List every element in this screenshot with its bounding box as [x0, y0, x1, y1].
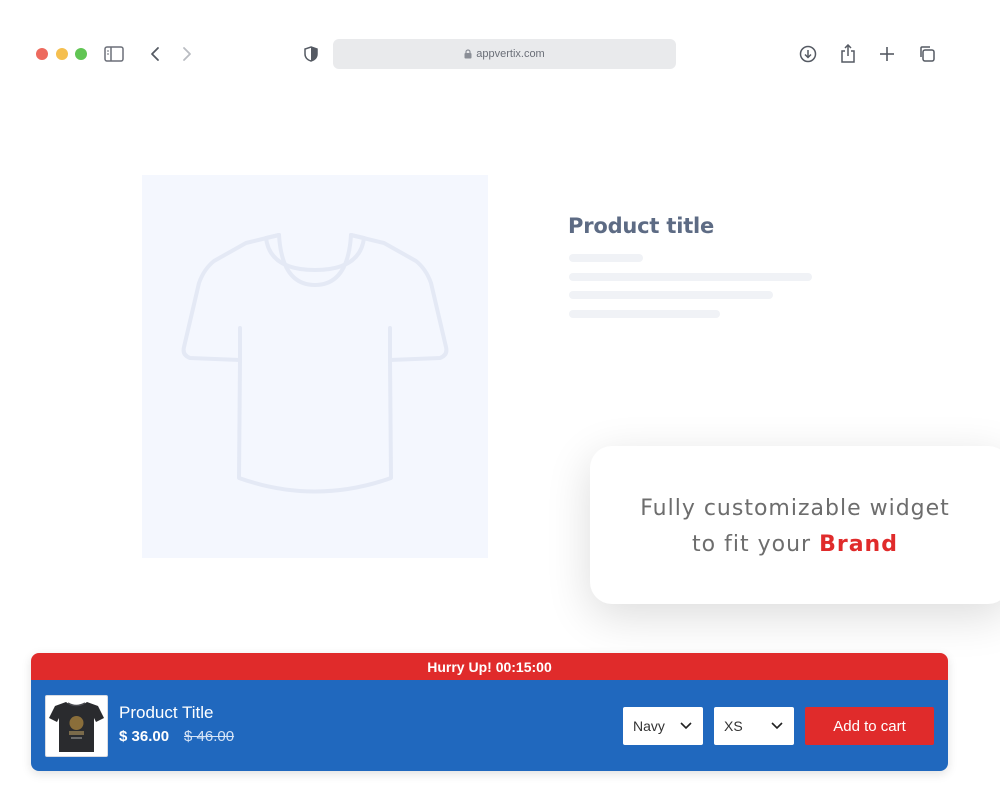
sale-price: $ 36.00 — [119, 728, 170, 745]
size-select-value: XS — [724, 718, 743, 734]
sidebar-icon[interactable] — [102, 42, 126, 66]
new-tab-icon[interactable] — [875, 42, 899, 66]
callout-line-2-prefix: to fit your — [692, 532, 812, 557]
sticky-product-title: Product Title — [119, 703, 214, 722]
chevron-down-icon — [770, 719, 784, 736]
forward-icon[interactable] — [175, 42, 199, 66]
skeleton-line — [569, 273, 812, 281]
callout-text: Fully customizable widget to fit your Br… — [590, 491, 1000, 563]
skeleton-line — [569, 254, 643, 262]
sticky-add-to-cart-bar: Hurry Up! 00:15:00 Product Title $ 36.00… — [31, 653, 948, 771]
skeleton-line — [569, 310, 720, 318]
color-select[interactable]: Navy — [623, 707, 703, 745]
callout-brand-highlight: Brand — [819, 532, 898, 557]
minimize-window-button[interactable] — [56, 48, 68, 60]
tshirt-thumbnail-icon — [49, 702, 104, 752]
download-icon[interactable] — [796, 42, 820, 66]
countdown-timer-text: Hurry Up! 00:15:00 — [427, 658, 552, 675]
address-bar[interactable]: appvertix.com — [333, 39, 676, 69]
shield-icon[interactable] — [299, 42, 323, 66]
chevron-down-icon — [679, 719, 693, 736]
product-title: Product title — [568, 214, 715, 238]
share-icon[interactable] — [836, 42, 860, 66]
callout-line-1: Fully customizable widget — [640, 496, 950, 521]
maximize-window-button[interactable] — [75, 48, 87, 60]
add-to-cart-button[interactable]: Add to cart — [805, 707, 934, 745]
product-image-placeholder — [142, 175, 488, 558]
back-icon[interactable] — [143, 42, 167, 66]
color-select-value: Navy — [633, 718, 665, 734]
feature-callout-card: Fully customizable widget to fit your Br… — [590, 446, 1000, 604]
compare-at-price: $ 46.00 — [184, 728, 235, 745]
countdown-timer-strip: Hurry Up! 00:15:00 — [31, 653, 948, 680]
lock-icon — [464, 49, 472, 59]
url-text: appvertix.com — [476, 48, 545, 60]
tshirt-placeholder-icon — [181, 233, 449, 494]
product-thumbnail — [45, 695, 108, 757]
sticky-bar-body: Product Title $ 36.00 $ 46.00 Navy XS Ad… — [31, 680, 948, 771]
skeleton-line — [569, 291, 773, 299]
tabs-overview-icon[interactable] — [915, 42, 939, 66]
size-select[interactable]: XS — [714, 707, 794, 745]
callout-line-2: to fit your Brand — [590, 527, 1000, 563]
close-window-button[interactable] — [36, 48, 48, 60]
